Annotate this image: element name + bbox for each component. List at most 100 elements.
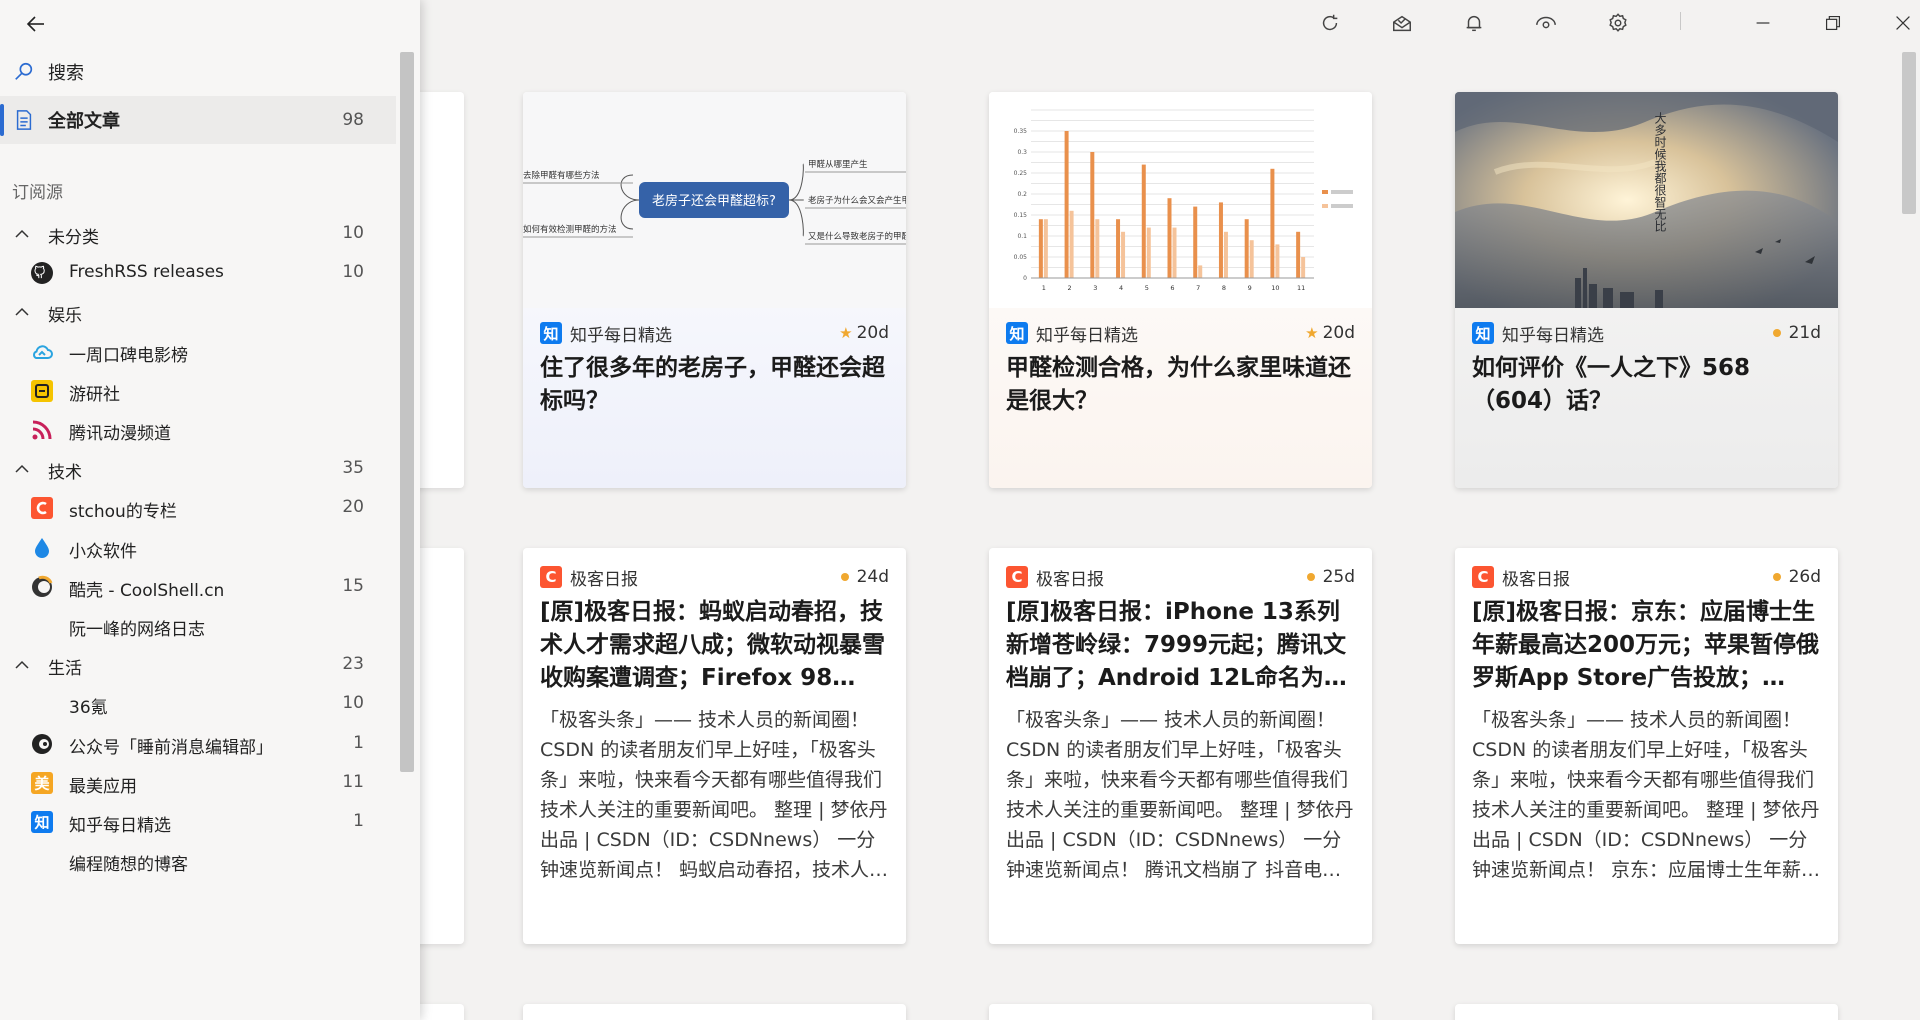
legend-swatch [1322, 204, 1328, 208]
painting-calligraphy: 大多时候我都很智无比 [1653, 112, 1667, 233]
bell-icon[interactable] [1459, 8, 1489, 38]
sidebar-scrollbar[interactable] [400, 52, 414, 772]
eye-logo-icon [30, 732, 54, 756]
feed-count: 11 [342, 771, 364, 792]
toolbar [420, 0, 1920, 46]
group-label: 未分类 [48, 228, 99, 248]
star-icon: ★ [839, 324, 853, 342]
mindmap-node: 又是什么导致老房子的甲醛 [808, 231, 906, 242]
star-icon: ★ [1305, 324, 1319, 342]
unread-dot-icon [1772, 329, 1781, 337]
mindmap-center: 老房子还会甲醛超标? [652, 193, 776, 209]
bar-2 [1198, 265, 1203, 278]
x-tick-label: 11 [1297, 284, 1305, 292]
feed-label: 最美应用 [69, 776, 137, 797]
chevron-up-icon[interactable] [12, 655, 32, 675]
feed-count: 10 [342, 262, 364, 283]
back-arrow-icon[interactable] [18, 8, 54, 40]
chevron-up-icon[interactable] [12, 302, 32, 322]
article-grid: 老房子还会甲醛超标? 去除甲醛有哪些方法 如何有效检测甲醛的方法 甲醛从哪里产生 老房子… [420, 0, 1920, 1020]
minimize-icon[interactable] [1748, 8, 1778, 38]
article-card[interactable]: 老房子还会甲醛超标? 去除甲醛有哪些方法 如何有效检测甲醛的方法 甲醛从哪里产生 老房子… [523, 92, 906, 488]
chevron-up-icon[interactable] [12, 459, 32, 479]
feed-label: 编程随想的博客 [69, 855, 188, 876]
feed-label: stchou的专栏 [69, 502, 177, 523]
navigation-pane: 搜索 全部文章 98 订阅源 未分类 10 FreshRSS releases … [0, 0, 420, 1020]
x-tick-label: 1 [1042, 284, 1046, 292]
zhihu-icon: 知 [540, 322, 562, 344]
svg-text:美: 美 [34, 774, 50, 792]
main-scrollbar[interactable] [1902, 52, 1916, 214]
nav-all-articles[interactable]: 全部文章 98 [0, 96, 396, 144]
article-title: [原]极客日报：蚂蚁启动春招，技术人才需求超八成；微软动视暴雪收购案遭调查；Fi… [540, 599, 885, 691]
article-source: 极客日报 [1036, 569, 1104, 590]
article-thumbnail: 老房子还会甲醛超标? 去除甲醛有哪些方法 如何有效检测甲醛的方法 甲醛从哪里产生 老房子… [523, 92, 906, 308]
document-icon [12, 108, 36, 132]
feed-count: 15 [342, 575, 364, 596]
bar-2 [1095, 219, 1100, 278]
group-count: 23 [342, 654, 364, 675]
article-card[interactable]: C 极客日报 26d [原]极客日报：京东：应届博士生年薪最高达200万元；苹果… [1455, 548, 1838, 944]
toolbar-separator [1680, 12, 1681, 30]
csdn-icon: C [540, 566, 562, 588]
settings-gear-icon[interactable] [1603, 8, 1633, 38]
article-source: 知乎每日精选 [1502, 325, 1604, 346]
article-card-partial[interactable] [1455, 1004, 1838, 1020]
legend-swatch [1322, 190, 1328, 194]
article-card-partial[interactable] [420, 548, 464, 944]
article-title: 甲醛检测合格，为什么家里味道还是很大？ [1006, 355, 1351, 414]
chevron-up-icon[interactable] [12, 224, 32, 244]
all-articles-label: 全部文章 [48, 111, 120, 132]
feed-label: 小众软件 [69, 541, 137, 562]
feed-label: 一周口碑电影榜 [69, 345, 188, 366]
group-label: 娱乐 [48, 306, 82, 327]
article-card[interactable]: C 极客日报 24d [原]极客日报：蚂蚁启动春招，技术人才需求超八成；微软动视… [523, 548, 906, 944]
feed-count: 20 [342, 497, 364, 518]
feed-count: 10 [342, 693, 364, 714]
painting-illustration: 大多时候我都很智无比 [1455, 92, 1838, 308]
y-tick-label: 0.05 [1014, 254, 1028, 261]
article-snippet: 「极客头条」—— 技术人员的新闻圈！ CSDN 的读者朋友们早上好哇，「极客头条… [1006, 709, 1354, 881]
article-card-partial[interactable] [523, 1004, 906, 1020]
bar-2 [1249, 240, 1254, 278]
feed-label: 酷壳 - CoolShell.cn [69, 580, 225, 601]
x-tick-label: 9 [1248, 284, 1252, 292]
feed-label: 阮一峰的网络日志 [69, 620, 205, 640]
y-tick-label: 0.15 [1014, 212, 1028, 219]
bar-1 [1270, 168, 1275, 278]
bar-2 [1069, 210, 1074, 278]
refresh-icon[interactable] [1315, 8, 1345, 38]
article-age: 20d [856, 323, 889, 343]
view-icon[interactable] [1531, 8, 1561, 38]
close-icon[interactable] [1888, 8, 1918, 38]
article-title: 如何评价《一人之下》568（604）话？ [1472, 355, 1751, 414]
x-tick-label: 7 [1196, 284, 1200, 292]
cloud-icon [30, 340, 54, 364]
article-card[interactable]: C 极客日报 25d [原]极客日报：iPhone 13系列新增苍岭绿：7999… [989, 548, 1372, 944]
article-age: 26d [1788, 567, 1821, 587]
mindmap-node: 甲醛从哪里产生 [808, 159, 868, 170]
article-card[interactable]: 大多时候我都很智无比 知 知乎每日精选 21d 如何评价《一人之下》568（60… [1455, 92, 1838, 488]
article-card-partial[interactable] [420, 92, 464, 488]
mark-all-read-icon[interactable] [1387, 8, 1417, 38]
feed-label: 公众号「睡前消息编辑部」 [69, 737, 273, 758]
search-button[interactable]: 搜索 [0, 48, 396, 96]
restore-icon[interactable] [1818, 8, 1848, 38]
feed-item[interactable]: 编程随想的博客 [0, 837, 396, 885]
bar-1 [1193, 206, 1198, 278]
article-card-partial[interactable] [989, 1004, 1372, 1020]
article-card[interactable]: 0 0.05 0.1 0.15 0.2 0.25 0.3 0.35 1 2 3 4 5 6 7 8 9 10 11 … [989, 92, 1372, 488]
search-icon [12, 60, 36, 84]
article-age: 25d [1322, 567, 1355, 587]
article-age: 21d [1788, 323, 1821, 343]
bar-2 [1146, 227, 1151, 278]
y-tick-label: 0.3 [1017, 149, 1027, 156]
feed-count: 1 [353, 732, 364, 753]
article-card-partial[interactable] [420, 1004, 464, 1020]
group-count: 35 [342, 458, 364, 479]
unread-dot-icon [1772, 573, 1781, 581]
article-source: 极客日报 [570, 569, 638, 590]
all-articles-count: 98 [342, 110, 364, 130]
bar-1 [1296, 231, 1301, 278]
y-tick-label: 0.35 [1014, 128, 1028, 135]
